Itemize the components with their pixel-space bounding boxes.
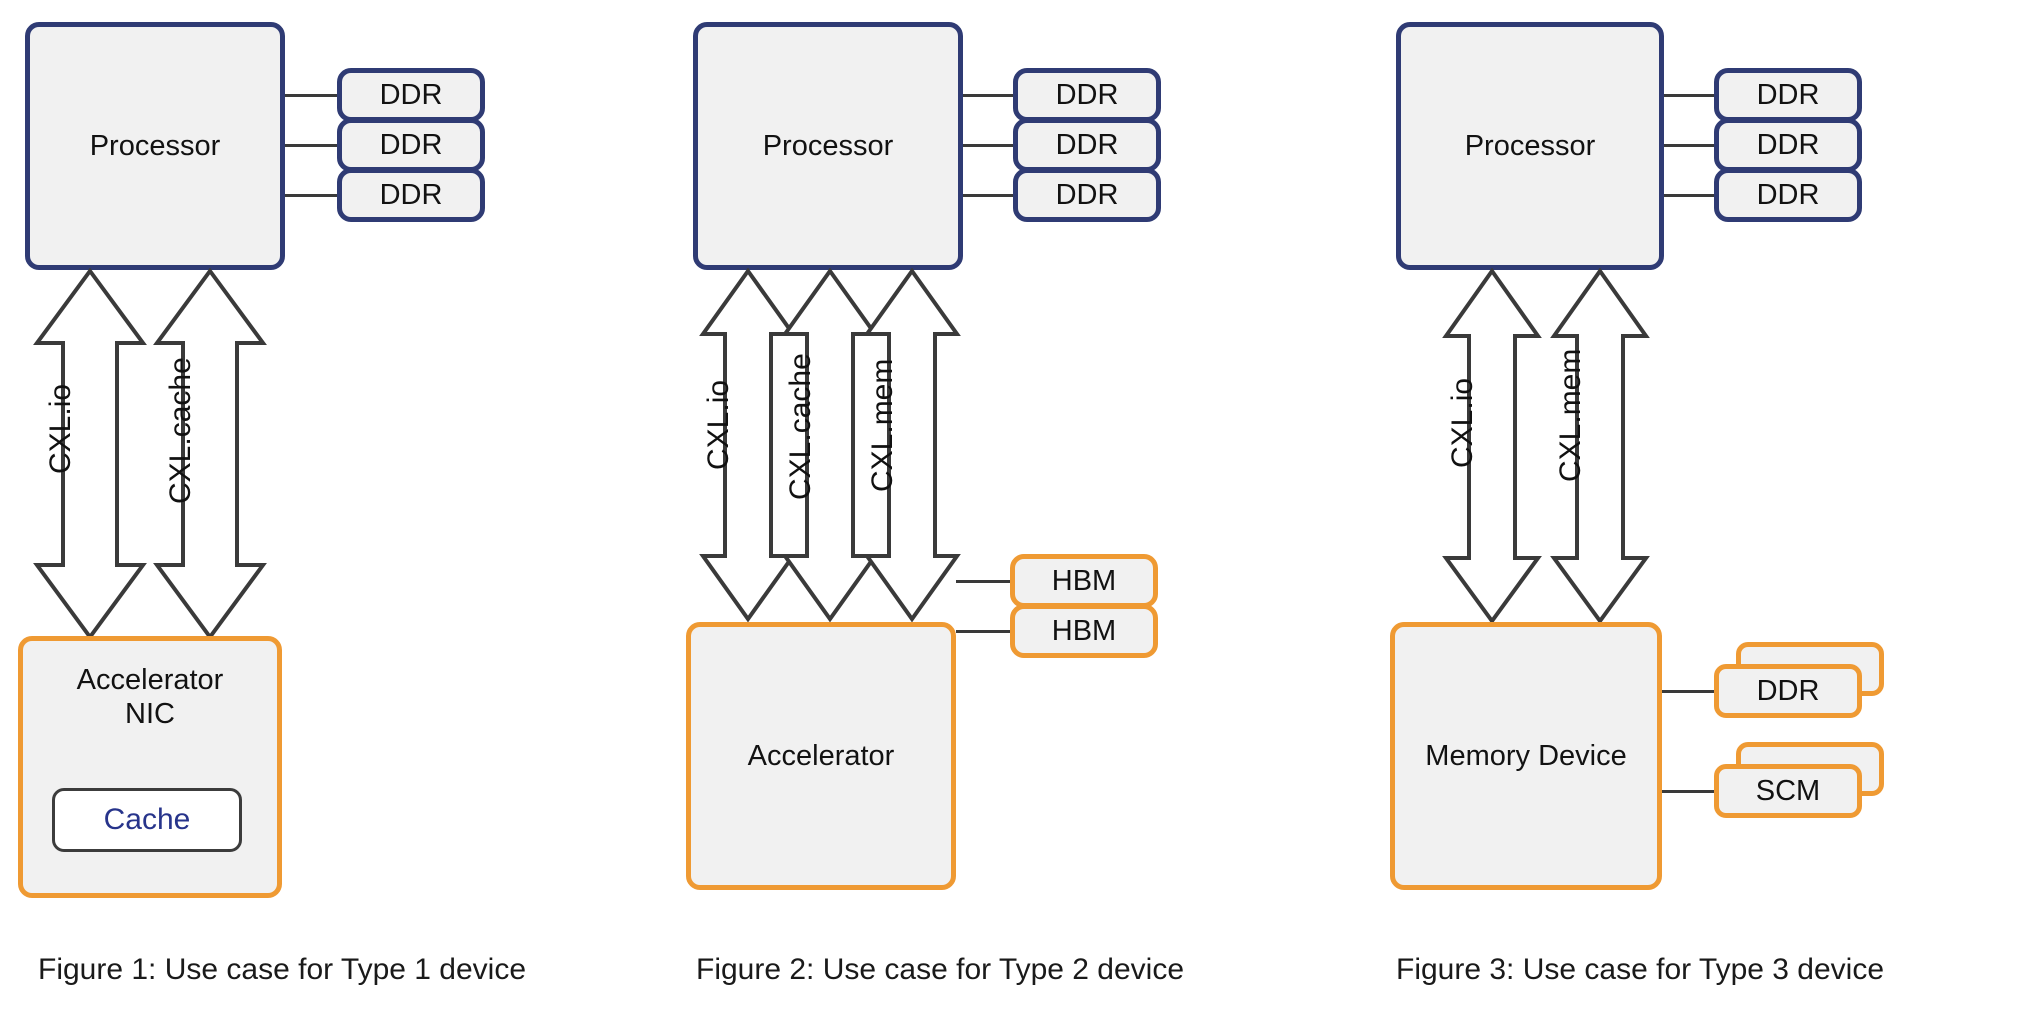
device-label-line2: NIC xyxy=(125,698,175,731)
connector-line xyxy=(285,94,339,97)
connector-line xyxy=(1662,690,1716,693)
figure-panel-type-2: Processor DDR DDR DDR CXL.io CXL.cache C… xyxy=(668,0,1288,1036)
figure-caption: Figure 1: Use case for Type 1 device xyxy=(38,953,527,986)
host-memory-label: DDR xyxy=(1055,78,1119,111)
cxl-link-label: CXL.io xyxy=(702,379,735,470)
device-memory-chip[interactable]: HBM xyxy=(1010,554,1158,608)
host-memory-label: DDR xyxy=(379,178,443,211)
device-memory-label: DDR xyxy=(1756,674,1820,707)
cxl-link-label: CXL.mem xyxy=(866,358,899,492)
diagram-canvas: Processor DDR DDR DDR CXL.io CXL.cache A… xyxy=(0,0,2024,1036)
cxl-link-label: CXL.io xyxy=(44,383,77,474)
device-block[interactable]: Memory Device xyxy=(1390,622,1662,890)
device-block[interactable]: Accelerator NIC xyxy=(18,636,282,898)
processor-block[interactable]: Processor xyxy=(25,22,285,270)
processor-label: Processor xyxy=(1464,129,1596,162)
device-memory-label: HBM xyxy=(1051,614,1117,647)
connector-line xyxy=(956,580,1012,583)
device-label: Accelerator xyxy=(747,739,895,772)
cxl-link-label: CXL.cache xyxy=(164,357,197,504)
connector-line xyxy=(1664,94,1716,97)
host-memory-chip[interactable]: DDR xyxy=(337,68,485,122)
cxl-link-label: CXL.io xyxy=(1446,377,1479,468)
host-memory-chip[interactable]: DDR xyxy=(1013,68,1161,122)
host-memory-chip[interactable]: DDR xyxy=(1714,168,1862,222)
host-memory-chip[interactable]: DDR xyxy=(1714,68,1862,122)
connector-line xyxy=(963,94,1015,97)
device-memory-chip[interactable]: HBM xyxy=(1010,604,1158,658)
processor-label: Processor xyxy=(762,129,894,162)
host-memory-label: DDR xyxy=(1756,78,1820,111)
device-memory-label: HBM xyxy=(1051,564,1117,597)
host-memory-chip[interactable]: DDR xyxy=(1013,168,1161,222)
device-memory-chip[interactable]: DDR xyxy=(1714,664,1862,718)
figure-caption: Figure 2: Use case for Type 2 device xyxy=(696,953,1185,986)
host-memory-label: DDR xyxy=(1055,178,1119,211)
connector-line xyxy=(285,144,339,147)
device-memory-chip[interactable]: SCM xyxy=(1714,764,1862,818)
connector-line xyxy=(1664,194,1716,197)
connector-line xyxy=(1662,790,1716,793)
host-memory-label: DDR xyxy=(379,128,443,161)
host-memory-chip[interactable]: DDR xyxy=(337,168,485,222)
figure-caption: Figure 3: Use case for Type 3 device xyxy=(1396,953,1885,986)
device-memory-stack[interactable]: DDR xyxy=(1714,642,1886,740)
host-memory-label: DDR xyxy=(1055,128,1119,161)
host-memory-label: DDR xyxy=(379,78,443,111)
device-label: Memory Device xyxy=(1425,739,1627,772)
cxl-link-label: CXL.mem xyxy=(1554,348,1587,482)
connector-line xyxy=(963,144,1015,147)
processor-block[interactable]: Processor xyxy=(693,22,963,270)
processor-label: Processor xyxy=(89,129,221,162)
figure-panel-type-3: Processor DDR DDR DDR CXL.io CXL.mem Mem… xyxy=(1368,0,1988,1036)
cache-label: Cache xyxy=(103,803,191,836)
device-memory-stack[interactable]: SCM xyxy=(1714,742,1886,840)
processor-block[interactable]: Processor xyxy=(1396,22,1664,270)
connector-line xyxy=(285,194,339,197)
host-memory-chip[interactable]: DDR xyxy=(1013,118,1161,172)
device-memory-label: SCM xyxy=(1755,774,1821,807)
connector-line xyxy=(956,630,1012,633)
host-memory-label: DDR xyxy=(1756,128,1820,161)
device-block[interactable]: Accelerator xyxy=(686,622,956,890)
host-memory-label: DDR xyxy=(1756,178,1820,211)
cxl-link-label: CXL.cache xyxy=(784,353,817,500)
host-memory-chip[interactable]: DDR xyxy=(337,118,485,172)
device-label-line1: Accelerator xyxy=(76,664,224,696)
figure-panel-type-1: Processor DDR DDR DDR CXL.io CXL.cache A… xyxy=(0,0,620,1036)
connector-line xyxy=(1664,144,1716,147)
connector-line xyxy=(963,194,1015,197)
host-memory-chip[interactable]: DDR xyxy=(1714,118,1862,172)
cache-block[interactable]: Cache xyxy=(52,788,242,852)
